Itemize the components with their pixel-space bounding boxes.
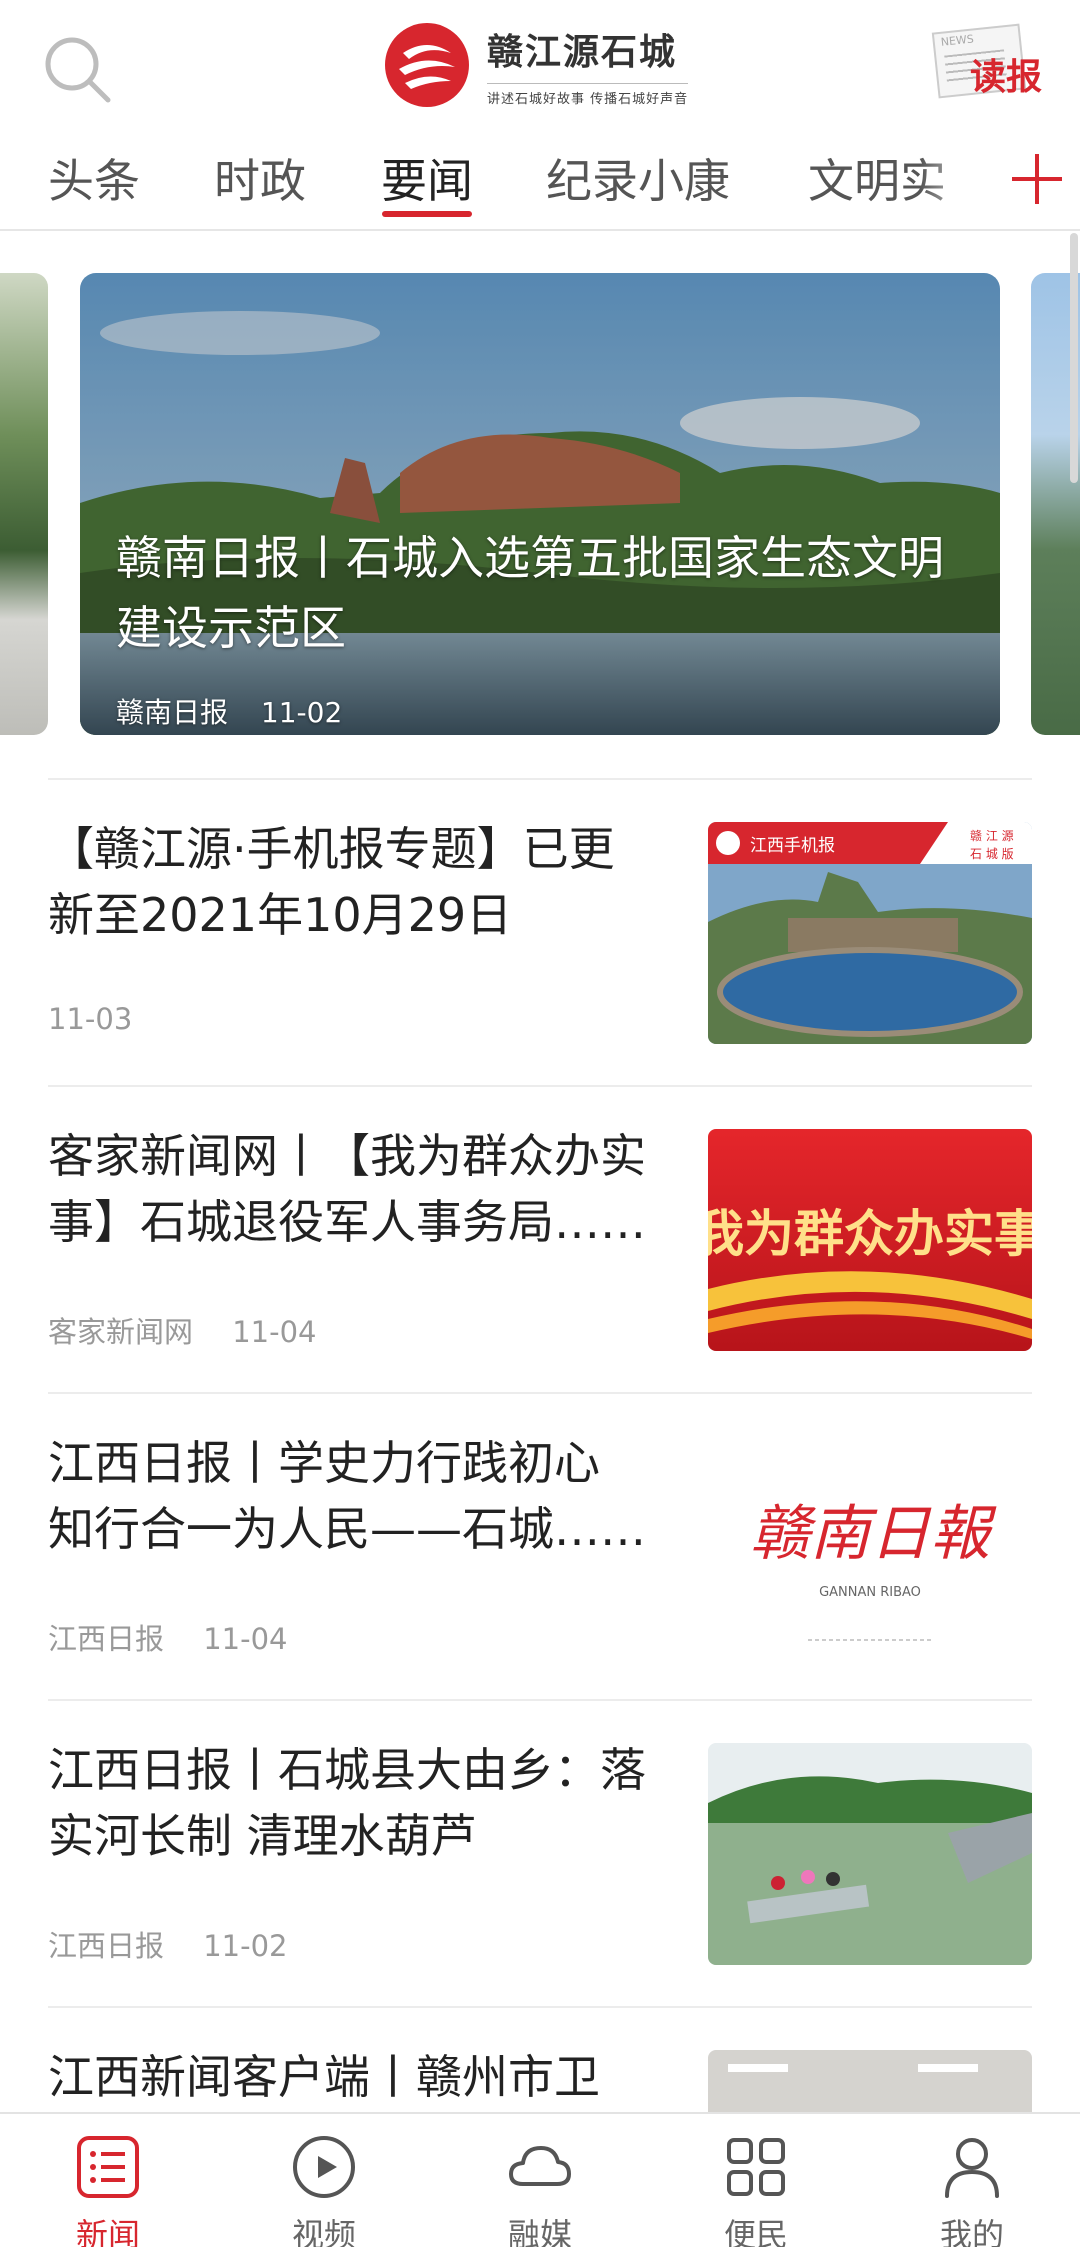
carousel-slide-current[interactable]: 赣南日报丨石城入选第五批国家生态文明建设示范区 赣南日报 11-02: [80, 273, 1000, 735]
news-date: 11-04: [203, 1622, 288, 1656]
news-source: 客家新闻网: [48, 1315, 194, 1349]
news-date: 11-04: [232, 1315, 317, 1349]
news-source: 江西日报: [48, 1929, 165, 1963]
slide-title: 赣南日报丨石城入选第五批国家生态文明建设示范区: [116, 531, 944, 655]
news-list: 【赣江源·手机报专题】已更新至2021年10月29日 11-03 江西手机报 赣…: [48, 778, 1032, 2247]
logo-slogan: 讲述石城好故事 传播石城好声音: [487, 83, 689, 107]
tab-jilu-xiaokang[interactable]: 纪录小康: [546, 145, 730, 211]
scrollbar[interactable]: [1070, 233, 1078, 483]
thumb-subtext: GANNAN RIBAO: [819, 1585, 921, 1600]
carousel-slide-previous[interactable]: [0, 273, 48, 735]
news-meta: 江西日报 11-04: [48, 1616, 288, 1658]
slide-image: [80, 273, 1000, 735]
news-list-icon: [77, 2136, 139, 2198]
slide-date: 11-02: [260, 696, 343, 729]
active-tab-indicator: [382, 211, 472, 217]
svg-text:石 城 版: 石 城 版: [970, 847, 1014, 861]
thumb-brand: 江西手机报: [750, 836, 835, 856]
news-title: 江西新闻客户端丨赣州市卫: [48, 2050, 600, 2104]
play-icon: [293, 2136, 355, 2198]
svg-text:赣 江 源: 赣 江 源: [970, 829, 1014, 843]
search-button[interactable]: [38, 30, 118, 110]
nav-label: 便民: [723, 2216, 788, 2247]
cloud-icon: [509, 2146, 571, 2186]
news-date: 11-03: [48, 1002, 133, 1036]
news-title: 客家新闻网丨【我为群众办实事】石城退役军人事务局……: [48, 1129, 646, 1249]
news-thumbnail: 我为群众办实事: [708, 1129, 1032, 1351]
app-header: 赣江源石城 讲述石城好故事 传播石城好声音 读报: [0, 0, 1080, 135]
news-title: 【赣江源·手机报专题】已更新至2021年10月29日: [48, 822, 615, 942]
news-meta: 客家新闻网 11-04: [48, 1309, 317, 1351]
news-meta: 江西日报 11-02: [48, 1923, 288, 1965]
nav-label: 我的: [939, 2216, 1004, 2247]
nav-label: 新闻: [75, 2216, 140, 2247]
search-icon: [45, 37, 111, 103]
tab-shizheng[interactable]: 时政: [214, 145, 306, 211]
nav-news[interactable]: 新闻: [0, 2114, 216, 2247]
news-source: 江西日报: [48, 1622, 165, 1656]
news-item[interactable]: 江西日报丨学史力行践初心 知行合一为人民——石城…… 江西日报 11-04 赣南…: [48, 1392, 1032, 1699]
nav-media[interactable]: 融媒: [432, 2114, 648, 2247]
logo-title: 赣江源石城: [487, 32, 678, 73]
news-thumbnail: [708, 1743, 1032, 1965]
nav-video[interactable]: 视频: [216, 2114, 432, 2247]
grid-icon: [727, 2138, 785, 2196]
news-date: 11-02: [203, 1929, 288, 1963]
read-paper-button[interactable]: 读报: [931, 22, 1055, 102]
logo-mark-icon: [385, 23, 469, 107]
slide-meta: 赣南日报 11-02: [116, 691, 342, 731]
news-title: 江西日报丨学史力行践初心 知行合一为人民——石城……: [48, 1436, 646, 1556]
slide-source: 赣南日报: [116, 696, 229, 729]
add-channel-button[interactable]: [990, 135, 1080, 229]
nav-label: 融媒: [507, 2216, 572, 2247]
tab-toutiao[interactable]: 头条: [48, 145, 140, 211]
bottom-navigation: 新闻 视频 融媒 便民 我的: [0, 2112, 1080, 2247]
news-item[interactable]: 客家新闻网丨【我为群众办实事】石城退役军人事务局…… 客家新闻网 11-04 我…: [48, 1085, 1032, 1392]
news-title: 江西日报丨石城县大由乡：落实河长制 清理水葫芦: [48, 1743, 646, 1863]
news-thumbnail: 江西手机报 赣 江 源 石 城 版: [708, 822, 1032, 1044]
nav-services[interactable]: 便民: [648, 2114, 864, 2247]
headline-carousel[interactable]: 赣南日报丨石城入选第五批国家生态文明建设示范区 赣南日报 11-02: [0, 233, 1080, 763]
tab-yaowen[interactable]: 要闻: [381, 145, 473, 211]
thumb-masthead: 赣南日報: [750, 1499, 997, 1569]
nav-profile[interactable]: 我的: [864, 2114, 1080, 2247]
news-thumbnail: 赣南日報 GANNAN RIBAO: [708, 1436, 1032, 1658]
thumb-text: 我为群众办实事: [708, 1205, 1032, 1263]
user-icon: [945, 2138, 999, 2198]
news-item[interactable]: 江西日报丨石城县大由乡：落实河长制 清理水葫芦 江西日报 11-02: [48, 1699, 1032, 2006]
nav-label: 视频: [291, 2216, 356, 2247]
channel-tabs: 头条 时政 要闻 纪录小康 文明实: [0, 135, 1080, 231]
news-item[interactable]: 【赣江源·手机报专题】已更新至2021年10月29日 11-03 江西手机报 赣…: [48, 778, 1032, 1085]
read-paper-label: 读报: [970, 57, 1043, 98]
app-logo: 赣江源石城 讲述石城好故事 传播石城好声音: [385, 20, 689, 110]
news-meta: 11-03: [48, 1002, 132, 1036]
tab-fade: [920, 135, 990, 229]
